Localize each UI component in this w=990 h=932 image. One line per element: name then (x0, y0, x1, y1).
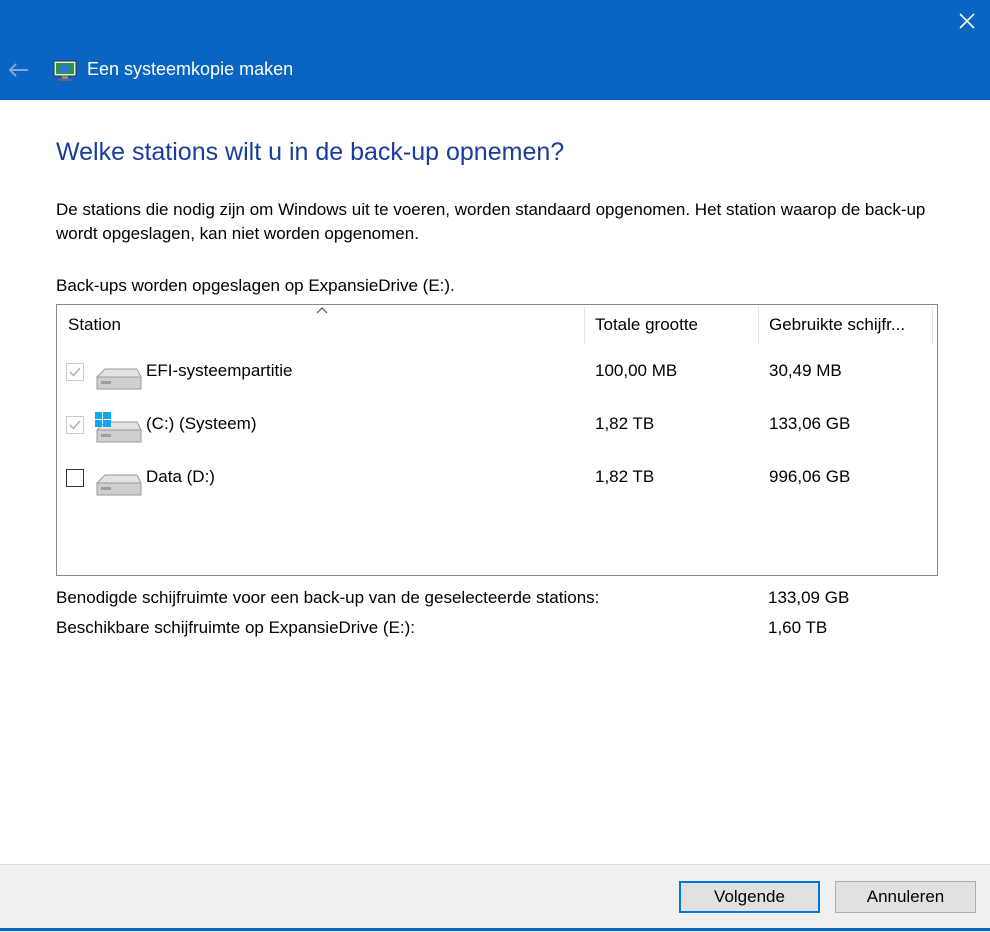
include-checkbox[interactable] (66, 469, 84, 487)
available-space-label: Beschikbare schijfruimte op ExpansieDriv… (56, 618, 416, 637)
drive-used-space: 133,06 GB (769, 414, 851, 433)
drive-icon (95, 368, 142, 390)
checkmark-icon (69, 420, 81, 430)
table-row[interactable]: EFI-systeempartitie 100,00 MB 30,49 MB (57, 355, 935, 405)
window-title: Een systeemkopie maken (87, 59, 294, 79)
page-heading: Welke stations wilt u in de back-up opne… (56, 138, 565, 166)
column-header-used-space[interactable]: Gebruikte schijfr... (758, 305, 932, 345)
footer-bar: Volgende Annuleren (0, 864, 990, 932)
title-bar: Een systeemkopie maken (0, 0, 990, 100)
column-header-station[interactable]: Station (57, 305, 584, 345)
drive-used-space: 30,49 MB (769, 361, 842, 380)
page-description: De stations die nodig zijn om Windows ui… (56, 200, 926, 243)
drive-name: (C:) (Systeem) (146, 414, 257, 433)
drive-name: EFI-systeempartitie (146, 361, 293, 380)
next-button[interactable]: Volgende (679, 881, 820, 913)
backup-destination-text: Back-ups worden opgeslagen op ExpansieDr… (56, 276, 455, 295)
drive-icon (95, 474, 142, 496)
close-icon (959, 13, 975, 29)
drive-name: Data (D:) (146, 467, 215, 486)
close-button[interactable] (944, 0, 990, 42)
required-space-label: Benodigde schijfruimte voor een back-up … (56, 588, 600, 607)
include-checkbox (66, 416, 84, 434)
column-separator[interactable] (932, 307, 933, 345)
drive-list[interactable]: Station Totale grootte Gebruikte schijfr… (56, 304, 938, 576)
drive-total-size: 1,82 TB (595, 414, 655, 433)
required-space-value: 133,09 GB (768, 588, 850, 607)
back-button[interactable] (4, 56, 32, 84)
drive-used-space: 996,06 GB (769, 467, 851, 486)
cancel-button[interactable]: Annuleren (835, 881, 976, 913)
checkmark-icon (69, 367, 81, 377)
table-row[interactable]: Data (D:) 1,82 TB 996,06 GB (57, 461, 935, 511)
available-space-value: 1,60 TB (768, 618, 828, 637)
drive-total-size: 100,00 MB (595, 361, 678, 380)
back-arrow-icon (8, 63, 28, 77)
windows-drive-icon (95, 412, 142, 443)
system-image-backup-icon (53, 60, 77, 81)
table-row[interactable]: (C:) (Systeem) 1,82 TB 133,06 GB (57, 408, 935, 458)
column-header-total-size[interactable]: Totale grootte (584, 305, 758, 345)
drive-total-size: 1,82 TB (595, 467, 655, 486)
include-checkbox (66, 363, 84, 381)
